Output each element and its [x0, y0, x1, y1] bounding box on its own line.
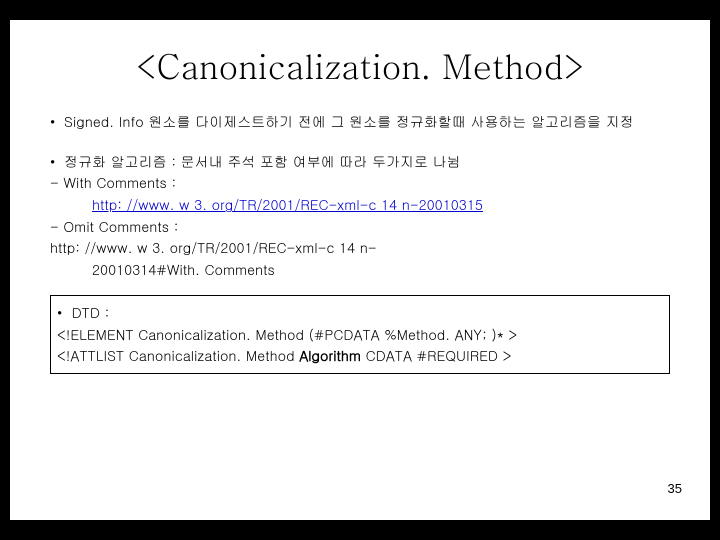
bullet-1: • Signed. Info 원소를 다이제스트하기 전에 그 원소를 정규화할… [50, 111, 670, 133]
bullet-dot-icon: • [50, 111, 64, 133]
slide-title: <Canonicalization. Method> [50, 40, 670, 89]
bullet-dot-icon: • [57, 302, 62, 322]
omit-comments-label: - Omit Comments : [50, 216, 670, 238]
url-link[interactable]: http: //www. w 3. org/TR/2001/REC-xml-c … [92, 194, 483, 214]
dtd-label: DTD : [72, 302, 110, 322]
page-number: 35 [668, 481, 682, 496]
dtd-box: • DTD : <!ELEMENT Canonicalization. Meth… [50, 295, 670, 374]
dtd-attlist-post: CDATA #REQUIRED > [361, 345, 511, 365]
with-comments-label: - With Comments : [50, 172, 670, 194]
slide: <Canonicalization. Method> • Signed. Inf… [10, 20, 710, 520]
bullet-2: • 정규화 알고리즘 : 문서내 주석 포함 여부에 따라 두가지로 나뉨 [50, 151, 670, 173]
bullet-2-text: 정규화 알고리즘 : 문서내 주석 포함 여부에 따라 두가지로 나뉨 [64, 151, 670, 173]
bullet-dot-icon: • [50, 151, 64, 173]
slide-body: • Signed. Info 원소를 다이제스트하기 전에 그 원소를 정규화할… [50, 111, 670, 374]
dtd-element-line: <!ELEMENT Canonicalization. Method (#PCD… [57, 324, 663, 346]
dtd-label-line: • DTD : [57, 302, 663, 324]
dtd-attlist-pre: <!ATTLIST Canonicalization. Method [57, 345, 299, 365]
with-comments-url: http: //www. w 3. org/TR/2001/REC-xml-c … [50, 194, 670, 216]
omit-comments-url-line1: http: //www. w 3. org/TR/2001/REC-xml-c … [50, 237, 670, 259]
dtd-attlist-line: <!ATTLIST Canonicalization. Method Algor… [57, 345, 663, 367]
dtd-attlist-bold: Algorithm [299, 345, 361, 365]
omit-comments-url-line2: 20010314#With. Comments [50, 259, 670, 281]
bullet-1-text: Signed. Info 원소를 다이제스트하기 전에 그 원소를 정규화할때 … [64, 111, 670, 133]
